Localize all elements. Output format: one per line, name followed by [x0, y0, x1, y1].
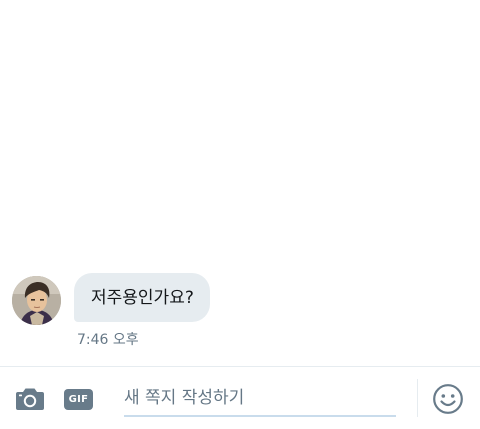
- vertical-divider: [417, 379, 418, 417]
- message-thread[interactable]: 저주용인가요? 7:46 오후: [0, 0, 480, 366]
- gif-icon: GIF: [64, 389, 93, 410]
- smiley-icon: [433, 384, 463, 414]
- message-row: 저주용인가요?: [12, 273, 210, 325]
- camera-button[interactable]: [13, 384, 47, 414]
- emoji-button[interactable]: [432, 383, 464, 415]
- gif-button[interactable]: GIF: [63, 388, 94, 411]
- message-composer: GIF: [0, 367, 480, 429]
- message-input[interactable]: [124, 381, 396, 417]
- dm-conversation-screen: 저주용인가요? 7:46 오후 GIF: [0, 0, 480, 429]
- message-timestamp: 7:46 오후: [77, 332, 139, 348]
- message-bubble[interactable]: 저주용인가요?: [74, 273, 210, 322]
- camera-icon: [16, 388, 44, 410]
- message-text: 저주용인가요?: [91, 288, 194, 308]
- avatar[interactable]: [12, 276, 61, 325]
- avatar-image: [12, 276, 61, 325]
